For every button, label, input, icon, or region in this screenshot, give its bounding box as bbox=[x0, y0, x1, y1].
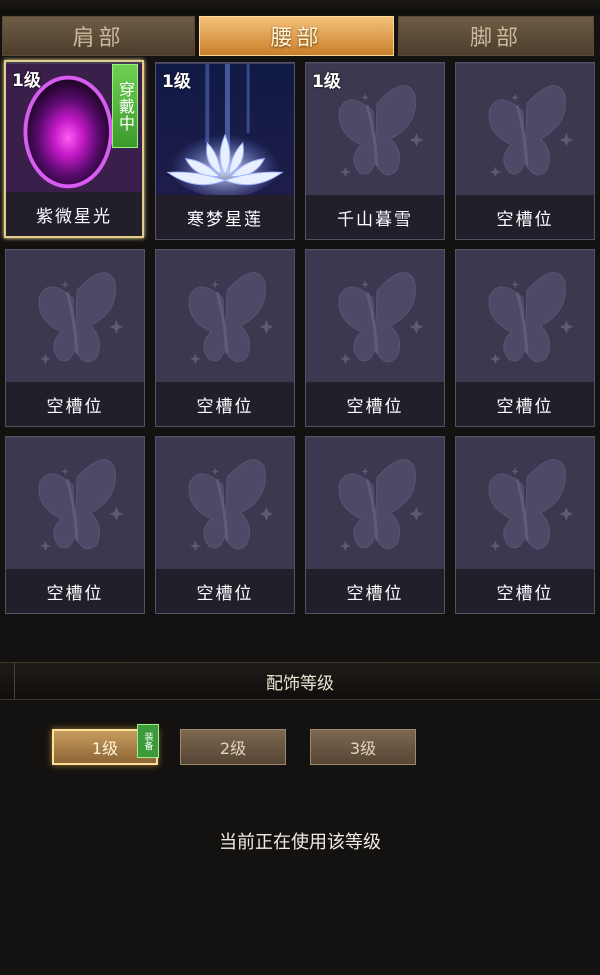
slot-label: 寒梦星莲 bbox=[156, 195, 294, 239]
slot-level: 1级 bbox=[12, 71, 41, 91]
accessory-grid: 1级 穿戴中 紫微星光 1级 寒梦星莲 1级 千山暮雪 空槽位 空槽位 空槽位 … bbox=[0, 58, 600, 618]
butterfly-icon bbox=[306, 437, 444, 571]
slot-label: 空槽位 bbox=[6, 569, 144, 613]
top-frame bbox=[0, 0, 600, 14]
slot-card-2[interactable]: 1级 寒梦星莲 bbox=[155, 62, 295, 240]
slot-label: 空槽位 bbox=[456, 569, 594, 613]
slot-label: 空槽位 bbox=[456, 195, 594, 239]
butterfly-icon bbox=[6, 250, 144, 384]
slot-card-1[interactable]: 1级 穿戴中 紫微星光 bbox=[4, 60, 144, 238]
butterfly-icon bbox=[456, 63, 594, 197]
butterfly-icon bbox=[306, 250, 444, 384]
slot-label: 千山暮雪 bbox=[306, 195, 444, 239]
butterfly-icon bbox=[156, 437, 294, 571]
butterfly-icon bbox=[6, 437, 144, 571]
slot-level: 1级 bbox=[312, 72, 341, 92]
accessory-level-header: 配饰等级 bbox=[0, 662, 600, 700]
butterfly-icon bbox=[156, 250, 294, 384]
slot-label: 紫微星光 bbox=[6, 192, 142, 236]
slot-level: 1级 bbox=[162, 72, 191, 92]
slot-card-4[interactable]: 空槽位 bbox=[455, 62, 595, 240]
tab-foot[interactable]: 脚部 bbox=[398, 16, 594, 56]
slot-card-6[interactable]: 空槽位 bbox=[155, 249, 295, 427]
frame-ornament bbox=[0, 663, 15, 699]
slot-card-8[interactable]: 空槽位 bbox=[455, 249, 595, 427]
slot-card-3[interactable]: 1级 千山暮雪 bbox=[305, 62, 445, 240]
slot-label: 空槽位 bbox=[306, 382, 444, 426]
level-3-button[interactable]: 3级 bbox=[310, 729, 416, 765]
slot-label: 空槽位 bbox=[456, 382, 594, 426]
slot-label: 空槽位 bbox=[156, 382, 294, 426]
wearing-badge: 穿戴中 bbox=[112, 64, 138, 148]
slot-label: 空槽位 bbox=[6, 382, 144, 426]
slot-card-9[interactable]: 空槽位 bbox=[5, 436, 145, 614]
slot-card-11[interactable]: 空槽位 bbox=[305, 436, 445, 614]
status-text: 当前正在使用该等级 bbox=[219, 832, 381, 853]
slot-label: 空槽位 bbox=[156, 569, 294, 613]
tab-shoulder[interactable]: 肩部 bbox=[2, 16, 195, 56]
slot-card-10[interactable]: 空槽位 bbox=[155, 436, 295, 614]
level-2-button[interactable]: 2级 bbox=[180, 729, 286, 765]
slot-card-5[interactable]: 空槽位 bbox=[5, 249, 145, 427]
tab-waist[interactable]: 腰部 bbox=[199, 16, 394, 56]
equipped-tag: 装备 bbox=[137, 724, 159, 758]
tab-bar: 肩部 腰部 脚部 bbox=[0, 14, 600, 58]
slot-card-12[interactable]: 空槽位 bbox=[455, 436, 595, 614]
butterfly-icon bbox=[456, 437, 594, 571]
slot-label: 空槽位 bbox=[306, 569, 444, 613]
slot-card-7[interactable]: 空槽位 bbox=[305, 249, 445, 427]
section-title: 配饰等级 bbox=[266, 673, 334, 694]
butterfly-icon bbox=[456, 250, 594, 384]
